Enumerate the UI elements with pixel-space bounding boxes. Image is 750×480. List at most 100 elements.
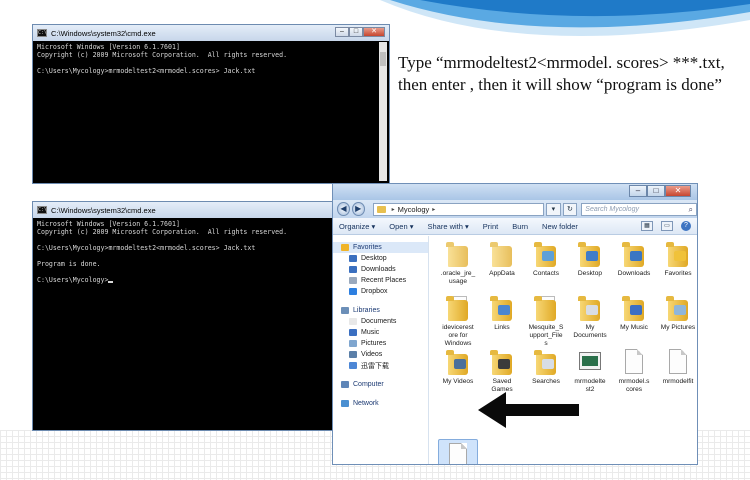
file-item[interactable]: mrmodelte st2: [568, 348, 612, 394]
file-label: My Music: [620, 324, 648, 331]
breadcrumb-item[interactable]: Mycology: [398, 205, 430, 214]
folder-icon: [445, 348, 471, 376]
file-item[interactable]: Links: [480, 294, 524, 332]
nav-item-label: Computer: [353, 381, 384, 388]
cmd-console-top[interactable]: Microsoft Windows [Version 6.1.7601] Copy…: [35, 42, 387, 181]
search-placeholder: Search Mycology: [585, 205, 639, 213]
minimize-icon[interactable]: –: [335, 27, 349, 37]
organize-button[interactable]: Organize ▾: [339, 222, 375, 231]
file-item[interactable]: Mesquite_S upport_File s: [524, 294, 568, 348]
nav-item-music[interactable]: Music: [333, 327, 428, 338]
forward-icon[interactable]: ▶: [351, 202, 365, 216]
file-label: My Pictures: [660, 324, 696, 331]
search-input[interactable]: Search Mycology ⌕: [581, 202, 697, 216]
cmd-window-bottom[interactable]: C:\ C:\Windows\system32\cmd.exe Microsof…: [32, 201, 337, 431]
folder-icon: [376, 205, 386, 213]
help-icon[interactable]: ?: [681, 221, 691, 231]
nav-item-recent-places[interactable]: Recent Places: [333, 275, 428, 286]
cmd-titlebar[interactable]: C:\ C:\Windows\system32\cmd.exe – □ ✕: [33, 25, 389, 41]
close-icon[interactable]: ✕: [363, 27, 385, 37]
folder-icon: [665, 240, 691, 268]
arrow-pointer-icon: [478, 392, 579, 428]
view-options-icon[interactable]: ▦: [641, 221, 653, 231]
nav-item-favorites[interactable]: Favorites: [333, 242, 428, 253]
dropbox-icon: [349, 288, 357, 295]
file-item[interactable]: My Documents: [568, 294, 612, 340]
refresh-icon[interactable]: ↻: [562, 202, 578, 216]
nav-item-迅雷下载[interactable]: 迅雷下载: [333, 360, 428, 371]
file-label: mrmodelfit: [662, 378, 694, 385]
open-button[interactable]: Open ▾: [389, 222, 413, 231]
cmd-icon: C:\: [37, 29, 48, 37]
cmd-icon: C:\: [37, 206, 48, 214]
desktop-icon: [349, 255, 357, 262]
star-icon: [341, 244, 349, 251]
videos-icon: [349, 351, 357, 358]
cmd-console-bottom[interactable]: Microsoft Windows [Version 6.1.7601] Copy…: [35, 219, 334, 428]
recent-places-icon: [349, 277, 357, 284]
file-label: Links: [494, 324, 510, 331]
file-item[interactable]: mrmodelfit: [656, 348, 697, 386]
file-item[interactable]: My Music: [612, 294, 656, 332]
file-item-selected[interactable]: jack: [436, 442, 480, 464]
file-item[interactable]: Contacts: [524, 240, 568, 278]
file-item[interactable]: idevicerest ore for Windows: [436, 294, 480, 348]
document-icon: [665, 348, 691, 376]
folder-icon: [665, 294, 691, 322]
history-dropdown-icon[interactable]: ▾: [546, 202, 561, 216]
minimize-icon[interactable]: –: [629, 185, 647, 197]
file-label: idevicerest ore for Windows: [442, 324, 474, 347]
file-item[interactable]: Favorites: [656, 240, 697, 278]
nav-item-desktop[interactable]: Desktop: [333, 253, 428, 264]
file-item[interactable]: My Pictures: [656, 294, 697, 332]
search-icon[interactable]: ⌕: [689, 204, 693, 215]
file-item[interactable]: .oracle_jre_ usage: [436, 240, 480, 286]
nav-item-documents[interactable]: Documents: [333, 316, 428, 327]
cmd-window-top[interactable]: C:\ C:\Windows\system32\cmd.exe – □ ✕ Mi…: [32, 24, 390, 184]
close-icon[interactable]: ✕: [665, 185, 691, 197]
console-line: C:\Users\Mycology>: [37, 276, 332, 284]
file-item[interactable]: Saved Games: [480, 348, 524, 394]
preview-pane-icon[interactable]: ▭: [661, 221, 673, 231]
nav-item-label: Documents: [361, 318, 397, 325]
print-button[interactable]: Print: [483, 222, 498, 231]
nav-item-libraries[interactable]: Libraries: [333, 305, 428, 316]
folder-icon: [621, 240, 647, 268]
pictures-icon: [349, 340, 357, 347]
file-item[interactable]: Desktop: [568, 240, 612, 278]
nav-item-label: Desktop: [361, 255, 387, 262]
cmd-titlebar[interactable]: C:\ C:\Windows\system32\cmd.exe: [33, 202, 336, 218]
text-cursor: [108, 281, 114, 283]
nav-item-pictures[interactable]: Pictures: [333, 338, 428, 349]
share-with-button[interactable]: Share with ▾: [427, 222, 468, 231]
back-icon[interactable]: ◀: [337, 202, 350, 216]
file-label: Searches: [532, 378, 560, 385]
nav-item-network[interactable]: Network: [333, 398, 428, 409]
folder-icon: [445, 240, 471, 268]
file-label: Desktop: [577, 270, 603, 277]
explorer-titlebar[interactable]: – □ ✕: [333, 184, 697, 200]
maximize-icon[interactable]: □: [349, 27, 363, 37]
file-item[interactable]: Downloads: [612, 240, 656, 278]
nav-item-computer[interactable]: Computer: [333, 379, 428, 390]
folder-icon: [577, 240, 603, 268]
nav-item-dropbox[interactable]: Dropbox: [333, 286, 428, 297]
cmd-scrollbar[interactable]: [379, 42, 387, 181]
file-item[interactable]: AppData: [480, 240, 524, 278]
cmd-title: C:\Windows\system32\cmd.exe: [51, 28, 156, 38]
nav-item-videos[interactable]: Videos: [333, 349, 428, 360]
address-bar[interactable]: ▸ Mycology ▸: [372, 202, 545, 216]
nav-item-label: Downloads: [361, 266, 396, 273]
nav-item-downloads[interactable]: Downloads: [333, 264, 428, 275]
application-icon: [577, 348, 603, 376]
file-item[interactable]: Searches: [524, 348, 568, 386]
new-folder-button[interactable]: New folder: [542, 222, 578, 231]
address-bar-row: ◀ ▶ ▸ Mycology ▸ ▾ ↻ Search Mycology ⌕: [333, 200, 697, 218]
folder-icon: [621, 294, 647, 322]
burn-button[interactable]: Burn: [512, 222, 528, 231]
file-item[interactable]: mrmodel.s cores: [612, 348, 656, 394]
maximize-icon[interactable]: □: [647, 185, 665, 197]
file-item[interactable]: My Videos: [436, 348, 480, 386]
